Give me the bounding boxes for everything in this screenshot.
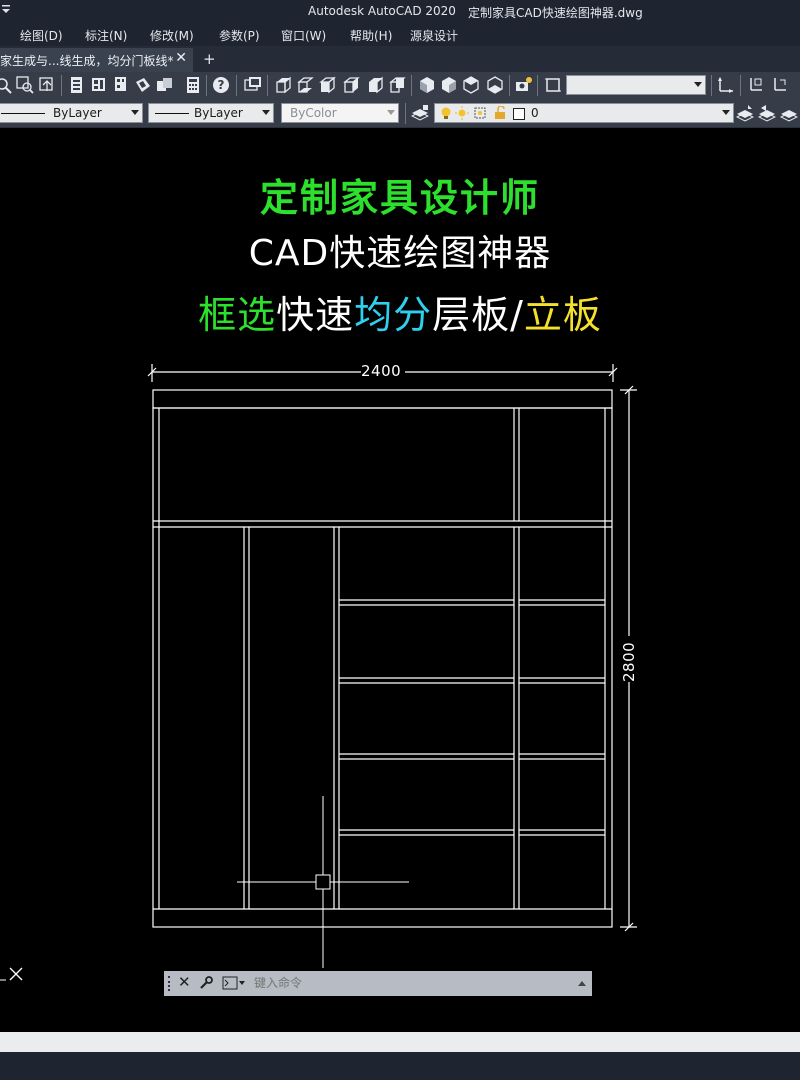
width-dimension-text: 2400 bbox=[361, 362, 402, 380]
drag-grip-icon[interactable] bbox=[168, 976, 174, 991]
crosshair-cursor-icon bbox=[237, 796, 409, 968]
command-input[interactable] bbox=[254, 974, 572, 992]
command-prompt-icon[interactable] bbox=[222, 976, 246, 990]
customize-wrench-icon[interactable] bbox=[198, 975, 214, 991]
close-command-line-icon[interactable]: ✕ bbox=[178, 973, 191, 991]
cabinet-outline[interactable] bbox=[152, 407, 613, 928]
bottom-strip bbox=[0, 1052, 800, 1080]
ucs-axis-icon bbox=[0, 967, 23, 981]
wardrobe-drawing[interactable] bbox=[0, 0, 800, 1080]
command-history-up-icon[interactable] bbox=[578, 981, 586, 986]
status-bar bbox=[0, 1032, 800, 1052]
top-crown-board[interactable] bbox=[152, 389, 613, 409]
height-dimension-text: 2800 bbox=[620, 641, 638, 682]
command-line-bar: ✕ bbox=[164, 971, 592, 996]
